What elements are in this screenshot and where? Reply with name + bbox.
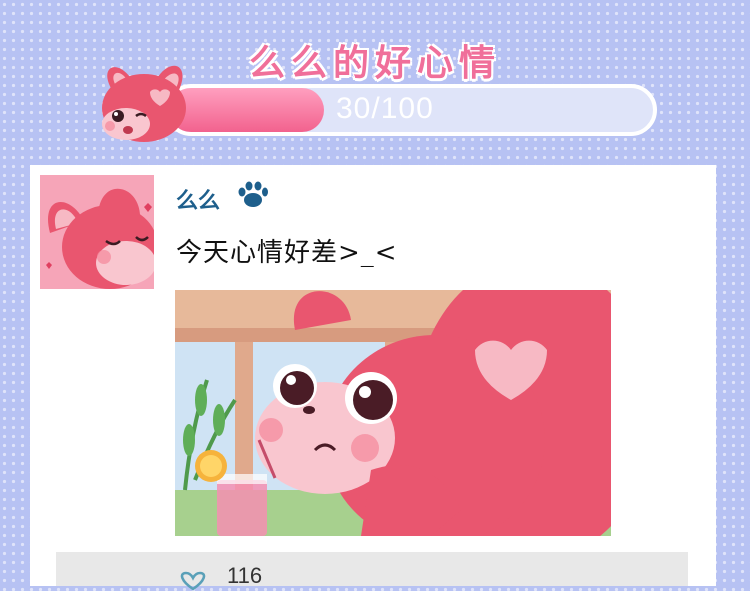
- post-image[interactable]: [175, 290, 611, 536]
- user-avatar[interactable]: [40, 175, 154, 289]
- post-footer: [56, 552, 688, 586]
- like-count: 116: [227, 563, 263, 588]
- paw-icon: [238, 181, 268, 207]
- mood-progress-fill: [169, 88, 324, 132]
- mood-progress-label: 30/100: [336, 92, 434, 125]
- post-text: 今天心情好差>_<: [176, 238, 398, 268]
- post-username[interactable]: 么么: [176, 183, 220, 215]
- winking-mascot-avatar: [102, 65, 186, 142]
- heart-outline-icon[interactable]: [177, 571, 209, 591]
